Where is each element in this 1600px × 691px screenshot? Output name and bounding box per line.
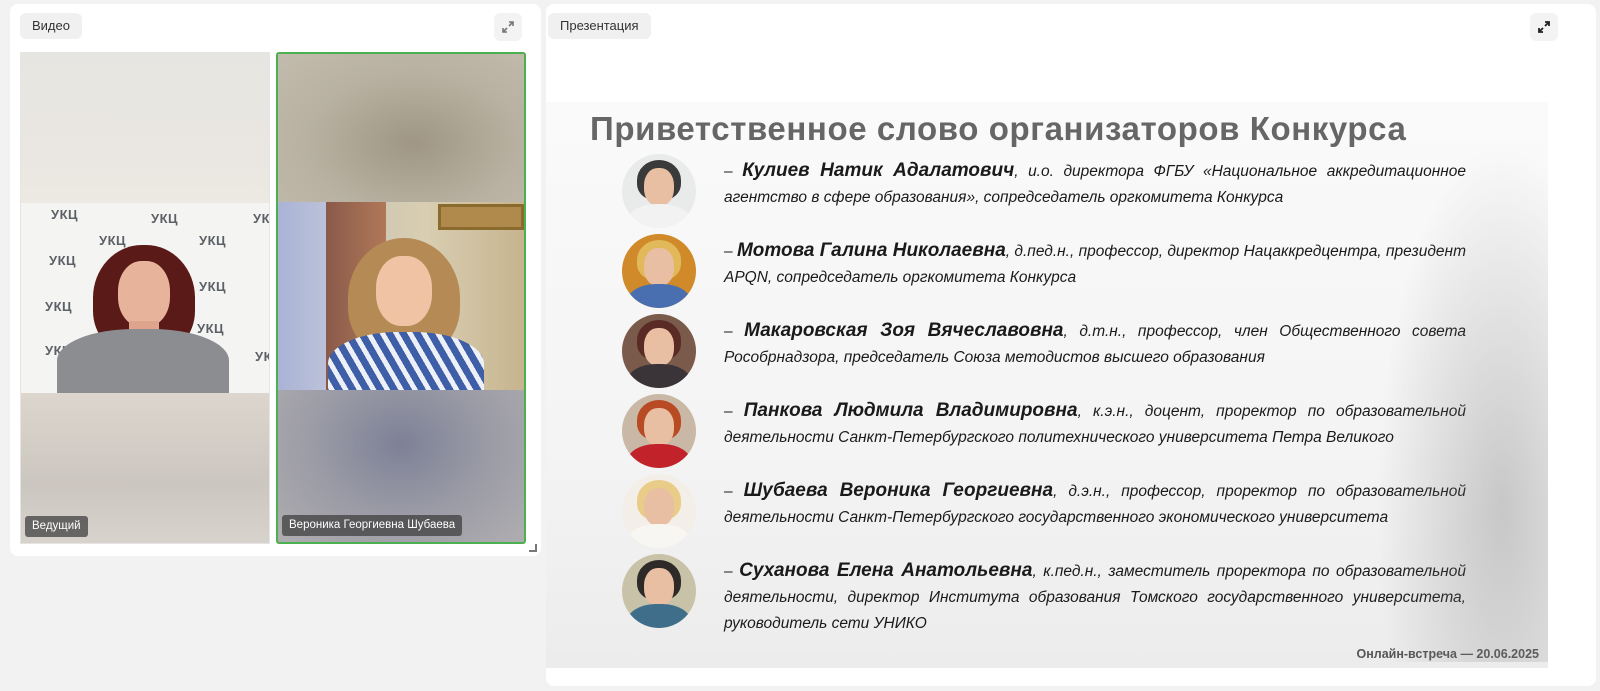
video-panel-tag: Видео — [20, 13, 82, 39]
expand-icon — [1538, 21, 1550, 33]
host-video-stream: УКЦ УКЦ УКЦ УКЦ УКЦ УКЦ УКЦ УКЦ УКЦ УКЦ … — [21, 203, 269, 393]
presentation-panel-tag: Презентация — [548, 13, 651, 39]
speaker-name: Панкова Людмила Владимировна — [743, 400, 1078, 421]
backdrop-logo: УКЦ — [151, 211, 179, 226]
speaker-photo — [622, 474, 696, 548]
presentation-slide: Приветственное слово организаторов Конку… — [546, 102, 1548, 668]
backdrop-logo: УКЦ — [255, 349, 269, 364]
slide-title: Приветственное слово организаторов Конку… — [590, 110, 1407, 147]
video-tile-guest[interactable]: Вероника Георгиевна Шубаева — [276, 52, 526, 544]
speaker-text: – Мотова Галина Николаевна, д.пед.н., пр… — [724, 240, 1466, 286]
blurred-background — [21, 53, 269, 203]
guest-video-stream — [278, 202, 524, 390]
speaker-text: – Шубаева Вероника Георгиевна, д.э.н., п… — [724, 480, 1467, 526]
backdrop-logo: УКЦ — [45, 299, 73, 314]
video-tile-host[interactable]: УКЦ УКЦ УКЦ УКЦ УКЦ УКЦ УКЦ УКЦ УКЦ УКЦ … — [20, 52, 270, 544]
backdrop-logo: УКЦ — [51, 207, 79, 222]
backdrop-logo: УКЦ — [253, 211, 269, 226]
participant-name-badge: Вероника Георгиевна Шубаева — [282, 515, 463, 536]
video-panel: Видео УКЦ УКЦ УКЦ УКЦ УКЦ УКЦ УКЦ УКЦ УК… — [10, 4, 541, 556]
presentation-expand-button[interactable] — [1530, 13, 1558, 41]
expand-icon — [502, 21, 514, 33]
speaker-text: – Панкова Людмила Владимировна, к.э.н., … — [724, 400, 1466, 446]
speaker-text: – Кулиев Натик Адалатович, и.о. директор… — [724, 160, 1466, 206]
speaker-name: Мотова Галина Николаевна — [736, 240, 1006, 261]
speaker-row: – Кулиев Натик Адалатович, и.о. директор… — [622, 154, 1522, 230]
speaker-name: Макаровская Зоя Вячеславовна — [744, 320, 1064, 341]
resize-handle-icon[interactable] — [529, 544, 537, 552]
speaker-row: – Суханова Елена Анатольевна, к.пед.н., … — [622, 554, 1522, 632]
speaker-photo — [622, 154, 696, 228]
backdrop-logo: УКЦ — [199, 279, 227, 294]
presentation-panel: Презентация Приветственное слово организ… — [546, 4, 1596, 686]
blurred-background — [278, 54, 524, 202]
participant-name-badge: Ведущий — [25, 516, 88, 537]
speaker-photo — [622, 394, 696, 468]
speaker-name: Шубаева Вероника Георгиевна — [743, 480, 1054, 501]
speaker-name: Суханова Елена Анатольевна — [739, 560, 1033, 581]
speaker-name: Кулиев Натик Адалатович — [742, 160, 1015, 181]
speaker-text: – Суханова Елена Анатольевна, к.пед.н., … — [724, 560, 1466, 632]
backdrop-logo: УКЦ — [99, 233, 127, 248]
speaker-row: – Макаровская Зоя Вячеславовна, д.т.н., … — [622, 314, 1522, 390]
picture-frame — [438, 204, 524, 230]
video-expand-button[interactable] — [494, 13, 522, 41]
speaker-row: – Панкова Людмила Владимировна, к.э.н., … — [622, 394, 1522, 470]
slide-footer: Онлайн-встреча — 20.06.2025 — [1356, 647, 1539, 661]
speaker-photo — [622, 554, 696, 628]
speaker-text: – Макаровская Зоя Вячеславовна, д.т.н., … — [724, 320, 1466, 366]
speaker-photo — [622, 234, 696, 308]
backdrop-logo: УКЦ — [199, 233, 227, 248]
backdrop-logo: УКЦ — [197, 321, 225, 336]
speaker-row: – Шубаева Вероника Георгиевна, д.э.н., п… — [622, 474, 1522, 550]
backdrop-logo: УКЦ — [49, 253, 77, 268]
speaker-row: – Мотова Галина Николаевна, д.пед.н., пр… — [622, 234, 1522, 310]
speaker-photo — [622, 314, 696, 388]
